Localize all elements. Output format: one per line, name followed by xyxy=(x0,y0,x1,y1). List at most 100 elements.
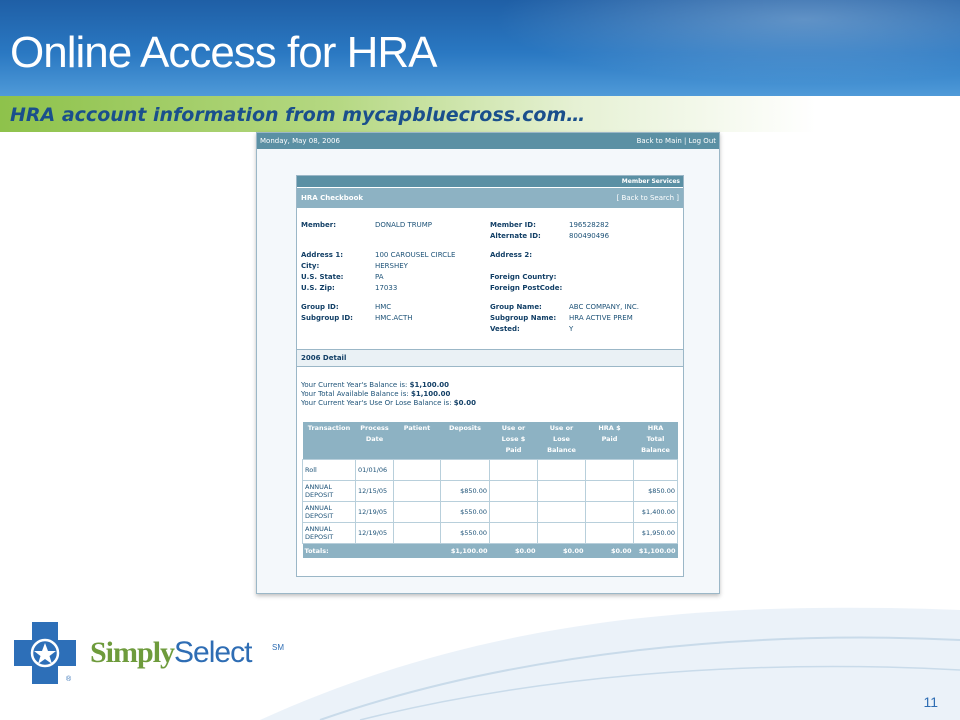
detail-title: 2006 Detail xyxy=(301,354,347,362)
website-screenshot: Monday, May 08, 2006 Back to Main | Log … xyxy=(256,132,720,594)
state-value: PA xyxy=(375,273,384,281)
column-header: Use or Lose Balance xyxy=(537,422,586,460)
site-top-bar: Monday, May 08, 2006 Back to Main | Log … xyxy=(257,133,719,149)
balance-text: Your Current Year's Use Or Lose Balance … xyxy=(301,399,452,407)
totals-row: Totals: $1,100.00 $0.00 $0.00 $0.00 $1,100.00 xyxy=(302,543,678,558)
table-cell xyxy=(537,522,586,544)
table-cell: ANNUAL DEPOSIT xyxy=(302,501,356,523)
subgroup-name-label: Subgroup Name: xyxy=(490,314,557,322)
detail-header: 2006 Detail xyxy=(297,349,683,367)
group-name-label: Group Name: xyxy=(490,303,542,311)
alternate-id-label: Alternate ID: xyxy=(490,232,541,240)
checkbook-panel: Member Services HRA Checkbook [ Back to … xyxy=(296,175,684,577)
city-label: City: xyxy=(301,262,320,270)
balance-line: Your Current Year's Use Or Lose Balance … xyxy=(301,399,476,407)
table-cell xyxy=(489,522,538,544)
column-header: Process Date xyxy=(355,422,394,460)
table-cell xyxy=(440,459,490,481)
table-cell xyxy=(585,501,634,523)
member-value: DONALD TRUMP xyxy=(375,221,432,229)
member-services-bar: Member Services xyxy=(297,176,683,187)
address1-value: 100 CAROUSEL CIRCLE xyxy=(375,251,456,259)
member-label: Member: xyxy=(301,221,337,229)
decorative-waves xyxy=(260,607,960,720)
city-value: HERSHEY xyxy=(375,262,408,270)
table-row: ANNUAL DEPOSIT 12/19/05 $550.00 $1,950.00 xyxy=(302,522,678,544)
table-cell: ANNUAL DEPOSIT xyxy=(302,522,356,544)
address2-label: Address 2: xyxy=(490,251,533,259)
table-cell xyxy=(393,480,441,502)
column-header: Deposits xyxy=(440,422,490,460)
table-cell xyxy=(393,522,441,544)
table-body: Roll 01/01/06 ANNUAL DEPOSIT 12/15/05 $850.0… xyxy=(302,459,678,558)
slide-title: Online Access for HRA xyxy=(10,28,437,77)
foreign-postcode-label: Foreign PostCode: xyxy=(490,284,563,292)
table-cell xyxy=(537,459,586,481)
member-services-link[interactable]: Member Services xyxy=(622,178,680,185)
table-row: Roll 01/01/06 xyxy=(302,459,678,481)
address1-label: Address 1: xyxy=(301,251,344,259)
balance-line: Your Current Year's Balance is: $1,100.0… xyxy=(301,381,449,389)
subgroup-name-value: HRA ACTIVE PREM xyxy=(569,314,633,322)
table-cell xyxy=(585,459,634,481)
table-cell: $1,950.00 xyxy=(633,522,678,544)
balance-amount: $1,100.00 xyxy=(409,381,450,389)
alternate-id-value: 800490496 xyxy=(569,232,610,240)
log-out-link[interactable]: Log Out xyxy=(689,137,716,145)
table-cell xyxy=(633,459,678,481)
balance-line: Your Total Available Balance is: $1,100.… xyxy=(301,390,450,398)
member-id-value: 196528282 xyxy=(569,221,610,229)
subgroup-id-value: HMC.ACTH xyxy=(375,314,413,322)
totals-cell xyxy=(355,543,394,558)
balance-amount: $0.00 xyxy=(453,399,476,407)
table-cell: $1,400.00 xyxy=(633,501,678,523)
table-cell: ANNUAL DEPOSIT xyxy=(302,480,356,502)
table-cell xyxy=(489,459,538,481)
site-links: Back to Main | Log Out xyxy=(636,137,716,145)
balance-text: Your Total Available Balance is: xyxy=(301,390,409,398)
table-cell xyxy=(537,480,586,502)
back-to-main-link[interactable]: Back to Main xyxy=(637,137,682,145)
foreign-country-label: Foreign Country: xyxy=(490,273,557,281)
table-cell xyxy=(489,501,538,523)
column-header: Patient xyxy=(393,422,441,460)
table-cell: 12/19/05 xyxy=(355,522,394,544)
table-cell: $850.00 xyxy=(633,480,678,502)
zip-value: 17033 xyxy=(375,284,398,292)
totals-cell: $0.00 xyxy=(489,543,538,558)
table-cell xyxy=(585,480,634,502)
totals-cell: Totals: xyxy=(302,543,356,558)
state-label: U.S. State: xyxy=(301,273,344,281)
table-cell xyxy=(537,501,586,523)
totals-cell: $0.00 xyxy=(537,543,586,558)
table-cell: $550.00 xyxy=(440,522,490,544)
table-cell xyxy=(393,501,441,523)
page-number: 11 xyxy=(923,694,938,710)
banner-highlight xyxy=(440,0,960,96)
back-to-search-link[interactable]: [ Back to Search ] xyxy=(617,194,679,202)
section-title: HRA Checkbook xyxy=(301,194,364,202)
group-name-value: ABC COMPANY, INC. xyxy=(569,303,639,311)
vested-value: Y xyxy=(569,325,574,333)
transaction-table: Transaction Process Date Patient Deposits Use… xyxy=(302,422,678,558)
column-header: HRA Total Balance xyxy=(633,422,678,460)
column-header: Use or Lose $ Paid xyxy=(489,422,538,460)
column-header: HRA $ Paid xyxy=(585,422,634,460)
subgroup-id-label: Subgroup ID: xyxy=(301,314,353,322)
vested-label: Vested: xyxy=(490,325,520,333)
slide-subtitle: HRA account information from mycapbluecr… xyxy=(10,104,586,126)
table-cell: $550.00 xyxy=(440,501,490,523)
table-header-row: Transaction Process Date Patient Deposits Use… xyxy=(302,422,678,460)
table-cell: Roll xyxy=(302,459,356,481)
table-cell xyxy=(393,459,441,481)
table-cell: $850.00 xyxy=(440,480,490,502)
table-cell: 12/19/05 xyxy=(355,501,394,523)
totals-cell: $1,100.00 xyxy=(440,543,490,558)
table-cell: 01/01/06 xyxy=(355,459,394,481)
table-cell: 12/15/05 xyxy=(355,480,394,502)
table-cell xyxy=(585,522,634,544)
column-header: Transaction xyxy=(302,422,356,460)
group-id-value: HMC xyxy=(375,303,392,311)
totals-cell: $0.00 xyxy=(585,543,634,558)
table-row: ANNUAL DEPOSIT 12/15/05 $850.00 $850.00 xyxy=(302,480,678,502)
